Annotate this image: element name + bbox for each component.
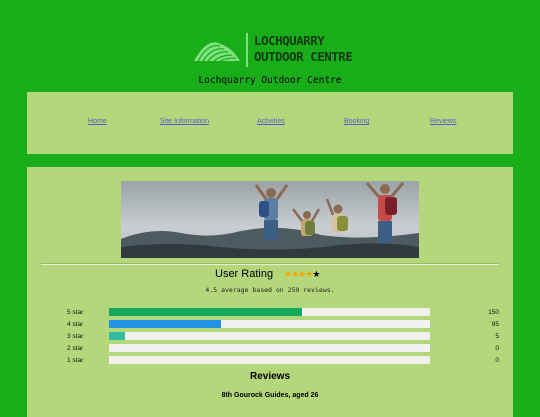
rating-bar-track	[109, 320, 430, 328]
logo-line-1: LOCHQUARRY	[254, 33, 325, 48]
rating-bar-track	[109, 344, 430, 352]
rating-bar-count: 0	[495, 357, 499, 364]
nav-link-booking[interactable]: Booking	[344, 118, 369, 125]
rating-bar-fill	[109, 308, 302, 316]
site-logo: LOCHQUARRY OUTDOOR CENTRE	[192, 31, 354, 69]
rating-bar-row: 1 star 0	[27, 356, 513, 366]
rating-bar-count: 0	[495, 345, 499, 352]
rating-bar-track	[109, 332, 430, 340]
rating-bar-label: 5 star	[67, 309, 84, 316]
rating-bar-label: 3 star	[67, 333, 84, 340]
main-content: User Rating ★★★★★ 4.5 average based on 2…	[27, 167, 513, 417]
star-empty-icon: ★	[312, 269, 320, 279]
review-author: 8th Gourock Guides, aged 26	[221, 392, 319, 399]
rating-bar-count: 95	[491, 321, 499, 328]
rating-bar-fill	[109, 332, 126, 340]
reviews-title: Reviews	[249, 371, 291, 382]
main-navigation: Home Site Information Activities Booking…	[27, 92, 513, 154]
rating-bar-label: 4 star	[67, 321, 84, 328]
rating-bar-count: 5	[495, 333, 499, 340]
rating-bar-track	[109, 356, 430, 364]
hills-logo-icon	[194, 42, 240, 62]
rating-bar-track	[109, 308, 430, 316]
rating-bar-label: 2 star	[67, 345, 84, 352]
nav-link-site-information[interactable]: Site Information	[160, 118, 209, 125]
rating-summary: 4.5 average based on 250 reviews.	[205, 286, 335, 294]
rating-bar-fill	[109, 320, 222, 328]
site-title: Lochquarry Outdoor Centre	[198, 75, 342, 86]
rating-bar-row: 3 star 5	[27, 332, 513, 342]
star-rating: ★★★★★	[284, 269, 320, 280]
rating-bar-count: 150	[488, 309, 499, 316]
logo-line-2: OUTDOOR CENTRE	[254, 49, 353, 64]
rating-title: User Rating	[215, 268, 274, 280]
nav-link-activities[interactable]: Activities	[257, 118, 285, 125]
rating-bar-label: 1 star	[67, 357, 84, 364]
rating-bar-row: 4 star 95	[27, 320, 513, 330]
rating-bar-row: 5 star 150	[27, 308, 513, 318]
nav-link-home[interactable]: Home	[88, 118, 107, 125]
logo-text: LOCHQUARRY OUTDOOR CENTRE	[254, 33, 354, 65]
rating-bar-row: 2 star 0	[27, 344, 513, 354]
logo-divider	[246, 33, 248, 67]
hiking-group-photo-icon	[121, 181, 419, 258]
nav-link-reviews[interactable]: Reviews	[430, 118, 456, 125]
section-divider	[41, 263, 499, 265]
hero-image	[121, 181, 419, 258]
